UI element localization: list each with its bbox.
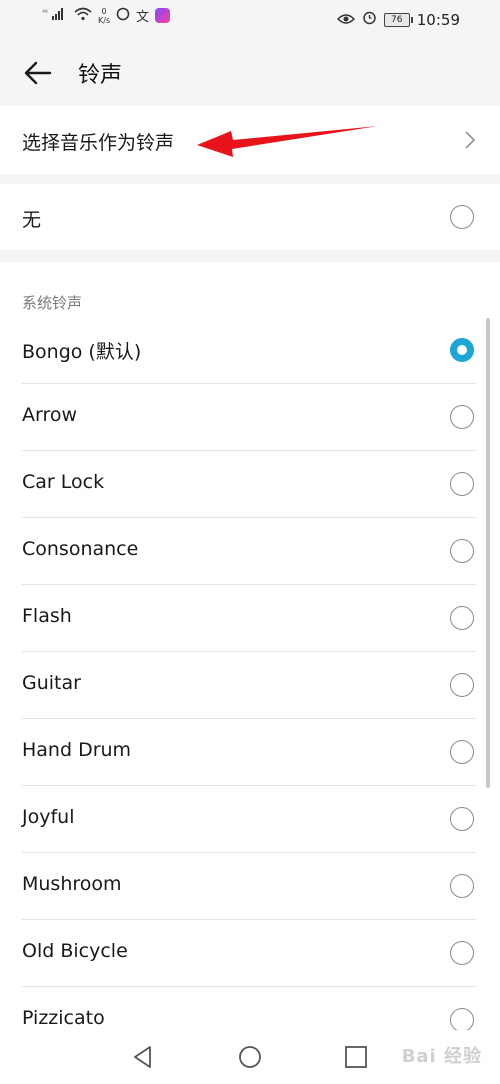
circle-status-icon <box>116 7 130 24</box>
ringtone-radio-selected[interactable] <box>450 338 474 362</box>
ringtone-radio[interactable] <box>450 1008 474 1032</box>
list-item[interactable]: Mushroom <box>0 853 500 920</box>
page-title: 铃声 <box>78 63 123 88</box>
list-item[interactable]: Old Bicycle <box>0 920 500 987</box>
list-item[interactable]: Arrow <box>0 384 500 451</box>
ringtone-label: Guitar <box>22 672 81 694</box>
list-item[interactable]: Car Lock <box>0 451 500 518</box>
status-bar: ⁴⁶ 0 K/s 文 76 10:59 <box>0 0 500 40</box>
signal-icon: ⁴⁶ <box>42 7 68 24</box>
ringtone-label: Bongo (默认) <box>22 341 142 363</box>
back-button[interactable] <box>22 57 54 89</box>
none-option-row[interactable]: 无 <box>0 184 500 250</box>
nav-recents-icon[interactable] <box>343 1044 369 1070</box>
select-music-label: 选择音乐作为铃声 <box>22 132 175 154</box>
list-item[interactable]: Hand Drum <box>0 719 500 786</box>
navigation-bar: Bai 经验 <box>0 1030 500 1084</box>
alarm-icon <box>362 10 377 29</box>
svg-text:⁴⁶: ⁴⁶ <box>42 9 48 16</box>
status-left: ⁴⁶ 0 K/s 文 <box>42 6 171 25</box>
watermark: Bai 经验 <box>401 1046 482 1067</box>
nav-home-icon[interactable] <box>237 1044 263 1070</box>
ringtone-radio[interactable] <box>450 405 474 429</box>
back-arrow-icon <box>24 61 52 85</box>
list-item[interactable]: Consonance <box>0 518 500 585</box>
ringtone-label: Flash <box>22 605 72 627</box>
none-option-label: 无 <box>22 209 42 231</box>
none-radio[interactable] <box>450 205 474 229</box>
ringtone-radio[interactable] <box>450 807 474 831</box>
ringtone-label: Old Bicycle <box>22 940 128 962</box>
ringtone-radio[interactable] <box>450 874 474 898</box>
clock-time: 10:59 <box>416 10 460 29</box>
ringtone-label: Arrow <box>22 404 78 426</box>
app-header: 铃声 <box>0 40 500 106</box>
section-title: 系统铃声 <box>22 294 83 312</box>
ringtone-list: Bongo (默认) Arrow Car Lock Consonance Fla… <box>0 317 500 1054</box>
chevron-right-icon <box>465 131 476 149</box>
ringtone-radio[interactable] <box>450 941 474 965</box>
scrollbar[interactable] <box>486 318 490 788</box>
app-badge-icon <box>155 8 171 23</box>
ringtone-radio[interactable] <box>450 673 474 697</box>
ringtone-label: Mushroom <box>22 873 122 895</box>
status-right: 76 10:59 <box>336 10 460 29</box>
ringtone-label: Car Lock <box>22 471 105 493</box>
ringtone-label: Hand Drum <box>22 739 132 761</box>
text-app-icon: 文 <box>136 10 150 25</box>
nav-back-icon[interactable] <box>130 1044 156 1070</box>
ringtone-radio[interactable] <box>450 539 474 563</box>
section-divider <box>0 174 500 184</box>
battery-icon: 76 <box>383 12 413 27</box>
eye-icon <box>336 11 355 29</box>
ringtone-radio[interactable] <box>450 606 474 630</box>
ringtone-radio[interactable] <box>450 740 474 764</box>
network-speed: 0 K/s <box>98 7 110 25</box>
ringtone-radio[interactable] <box>450 472 474 496</box>
annotation-arrow-icon <box>197 126 378 157</box>
ringtone-label: Pizzicato <box>22 1007 105 1029</box>
list-item[interactable]: Flash <box>0 585 500 652</box>
section-divider <box>0 250 500 262</box>
list-item[interactable]: Joyful <box>0 786 500 853</box>
list-item[interactable]: Guitar <box>0 652 500 719</box>
list-item[interactable]: Bongo (默认) <box>0 317 500 384</box>
wifi-icon <box>74 7 92 24</box>
network-speed-value: 0 <box>101 6 107 16</box>
ringtone-label: Joyful <box>22 806 75 828</box>
ringtone-label: Consonance <box>22 538 139 560</box>
network-speed-unit: K/s <box>98 15 111 25</box>
